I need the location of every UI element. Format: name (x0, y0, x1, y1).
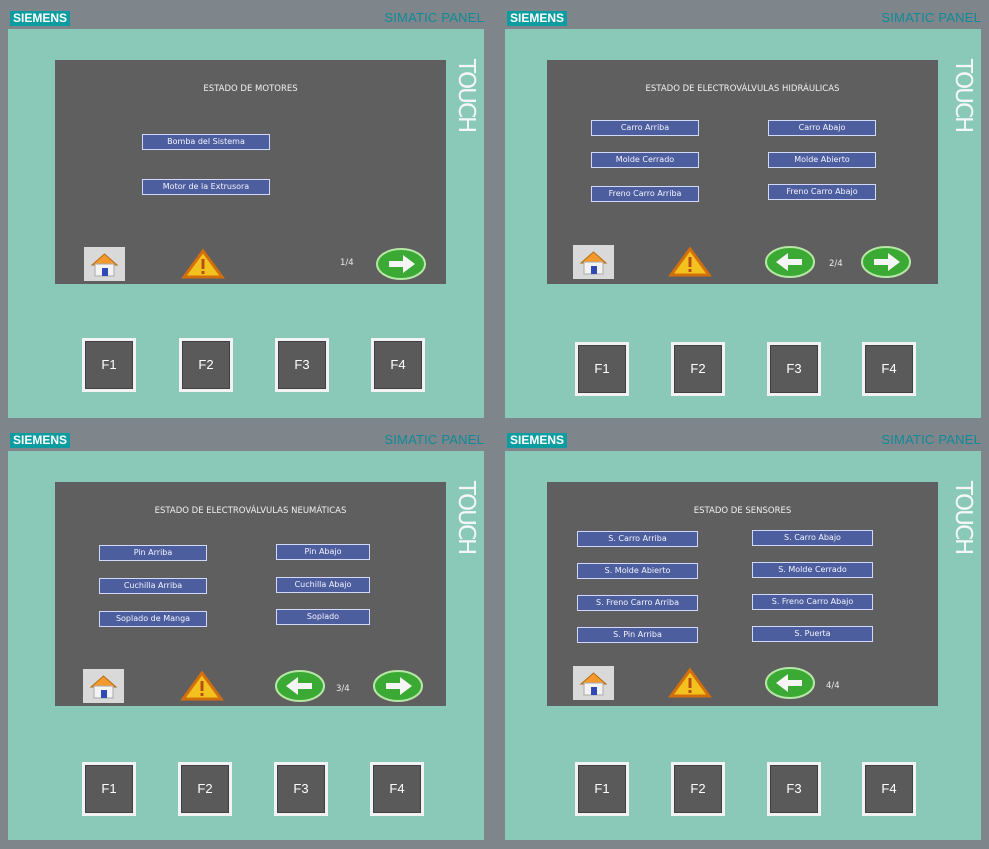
arrow-left-icon (765, 246, 815, 278)
hmi-panel-2: SIEMENS SIMATIC PANEL TOUCH ESTADO DE EL… (505, 8, 981, 418)
panel-model-label: SIMATIC PANEL (881, 432, 981, 447)
prev-page-button[interactable] (765, 245, 815, 279)
status-button-freno-carro-arriba[interactable]: Freno Carro Arriba (591, 186, 699, 202)
warning-icon (668, 246, 712, 277)
next-page-button[interactable] (861, 245, 911, 279)
fkey-f2[interactable]: F2 (671, 342, 725, 396)
fkey-f1[interactable]: F1 (575, 342, 629, 396)
fkey-f1[interactable]: F1 (82, 338, 136, 392)
panel-model-label: SIMATIC PANEL (881, 10, 981, 25)
arrow-right-icon (861, 246, 911, 278)
status-button-cuchilla-arriba[interactable]: Cuchilla Arriba (99, 578, 207, 594)
status-button-motor-extrusora[interactable]: Motor de la Extrusora (142, 179, 270, 195)
siemens-logo: SIEMENS (10, 11, 71, 26)
home-button[interactable] (573, 245, 614, 279)
fkey-f3[interactable]: F3 (767, 342, 821, 396)
fkey-f4[interactable]: F4 (371, 338, 425, 392)
screen-title: ESTADO DE MOTORES (203, 84, 298, 94)
warning-icon (181, 248, 225, 279)
warning-icon (180, 670, 224, 701)
status-button-soplado[interactable]: Soplado (276, 609, 370, 625)
hmi-panel-3: SIEMENS SIMATIC PANEL TOUCH ESTADO DE EL… (8, 430, 484, 840)
status-button-carro-abajo[interactable]: Carro Abajo (768, 120, 876, 136)
status-button-s-carro-arriba[interactable]: S. Carro Arriba (577, 531, 698, 547)
fkey-f2[interactable]: F2 (179, 338, 233, 392)
screen-title: ESTADO DE ELECTROVÁLVULAS HIDRÁULICAS (645, 84, 840, 94)
home-icon (579, 251, 608, 275)
siemens-logo: SIEMENS (507, 433, 568, 448)
status-button-s-puerta[interactable]: S. Puerta (752, 626, 873, 642)
fkey-f3[interactable]: F3 (767, 762, 821, 816)
alarm-button[interactable] (668, 245, 712, 279)
arrow-left-icon (275, 670, 325, 702)
screen-title: ESTADO DE SENSORES (693, 506, 792, 516)
status-button-carro-arriba[interactable]: Carro Arriba (591, 120, 699, 136)
panel-header: SIEMENS SIMATIC PANEL (505, 8, 981, 29)
status-button-bomba-del-sistema[interactable]: Bomba del Sistema (142, 134, 270, 150)
screen-title: ESTADO DE ELECTROVÁLVULAS NEUMÁTICAS (154, 506, 347, 516)
prev-page-button[interactable] (275, 669, 325, 703)
status-button-soplado-de-manga[interactable]: Soplado de Manga (99, 611, 207, 627)
home-button[interactable] (84, 247, 125, 281)
fkey-f2[interactable]: F2 (178, 762, 232, 816)
home-button[interactable] (573, 666, 614, 700)
fkey-f4[interactable]: F4 (862, 762, 916, 816)
hmi-screen: ESTADO DE ELECTROVÁLVULAS HIDRÁULICAS Ca… (547, 60, 938, 284)
status-button-s-molde-cerrado[interactable]: S. Molde Cerrado (752, 562, 873, 578)
home-icon (89, 675, 118, 699)
hmi-panel-1: SIEMENS SIMATIC PANEL TOUCH ESTADO DE MO… (8, 8, 484, 418)
touch-label: TOUCH (453, 59, 479, 132)
alarm-button[interactable] (180, 669, 224, 703)
fkey-f4[interactable]: F4 (370, 762, 424, 816)
touch-label: TOUCH (453, 481, 479, 554)
home-icon (90, 253, 119, 277)
fkey-f2[interactable]: F2 (671, 762, 725, 816)
panel-header: SIEMENS SIMATIC PANEL (8, 8, 484, 29)
panel-header: SIEMENS SIMATIC PANEL (8, 430, 484, 451)
status-button-s-freno-carro-arriba[interactable]: S. Freno Carro Arriba (577, 595, 698, 611)
page-indicator: 4/4 (826, 681, 840, 691)
status-button-molde-abierto[interactable]: Molde Abierto (768, 152, 876, 168)
fkey-f1[interactable]: F1 (82, 762, 136, 816)
status-button-s-freno-carro-abajo[interactable]: S. Freno Carro Abajo (752, 594, 873, 610)
panel-model-label: SIMATIC PANEL (384, 432, 484, 447)
panel-header: SIEMENS SIMATIC PANEL (505, 430, 981, 451)
status-button-freno-carro-abajo[interactable]: Freno Carro Abajo (768, 184, 876, 200)
page-indicator: 2/4 (829, 259, 843, 269)
alarm-button[interactable] (181, 247, 225, 281)
page-indicator: 3/4 (336, 684, 350, 694)
status-button-s-pin-arriba[interactable]: S. Pin Arriba (577, 627, 698, 643)
arrow-left-icon (765, 667, 815, 699)
touch-label: TOUCH (950, 59, 976, 132)
alarm-button[interactable] (668, 666, 712, 700)
siemens-logo: SIEMENS (10, 433, 71, 448)
hmi-screen: ESTADO DE ELECTROVÁLVULAS NEUMÁTICAS Pin… (55, 482, 446, 706)
status-button-molde-cerrado[interactable]: Molde Cerrado (591, 152, 699, 168)
status-button-pin-abajo[interactable]: Pin Abajo (276, 544, 370, 560)
prev-page-button[interactable] (765, 666, 815, 700)
status-button-pin-arriba[interactable]: Pin Arriba (99, 545, 207, 561)
fkey-f4[interactable]: F4 (862, 342, 916, 396)
page-indicator: 1/4 (340, 258, 354, 268)
fkey-f1[interactable]: F1 (575, 762, 629, 816)
fkey-f3[interactable]: F3 (274, 762, 328, 816)
hmi-screen: ESTADO DE SENSORES S. Carro Arriba S. Ca… (547, 482, 938, 706)
status-button-cuchilla-abajo[interactable]: Cuchilla Abajo (276, 577, 370, 593)
hmi-panel-4: SIEMENS SIMATIC PANEL TOUCH ESTADO DE SE… (505, 430, 981, 840)
siemens-logo: SIEMENS (507, 11, 568, 26)
status-button-s-molde-abierto[interactable]: S. Molde Abierto (577, 563, 698, 579)
home-button[interactable] (83, 669, 124, 703)
next-page-button[interactable] (373, 669, 423, 703)
hmi-screen: ESTADO DE MOTORES Bomba del Sistema Moto… (55, 60, 446, 284)
warning-icon (668, 667, 712, 698)
panel-model-label: SIMATIC PANEL (384, 10, 484, 25)
fkey-f3[interactable]: F3 (275, 338, 329, 392)
arrow-right-icon (376, 248, 426, 280)
home-icon (579, 672, 608, 696)
next-page-button[interactable] (376, 247, 426, 281)
status-button-s-carro-abajo[interactable]: S. Carro Abajo (752, 530, 873, 546)
touch-label: TOUCH (950, 481, 976, 554)
arrow-right-icon (373, 670, 423, 702)
